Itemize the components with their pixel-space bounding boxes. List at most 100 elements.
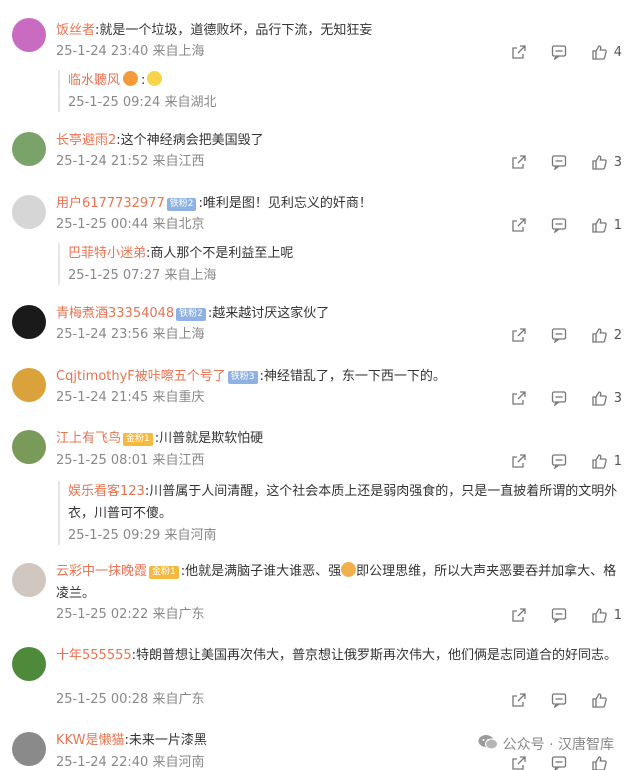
comment-text: :唯利是图！见利忘义的奸商！ [198,196,372,211]
comment-timestamp: 25-1-24 23:56 来自上海 [56,327,205,342]
thumbs-up-icon[interactable] [590,754,608,770]
like-count: 3 [613,154,622,170]
comment-body: CqjtimothyF被咔嚓五个号了 铁粉3:神经错乱了，东一下西一下的。 [56,366,618,388]
watermark: 公众号 · 汉唐智库 [478,734,614,754]
thumbs-up-icon[interactable] [590,216,608,234]
username-link[interactable]: 十年555555 [56,648,132,663]
share-icon[interactable] [510,754,528,770]
share-icon[interactable] [510,216,528,234]
comment-timestamp: 25-1-25 08:01 来自江西 [56,453,205,468]
avatar[interactable] [12,195,46,229]
like-count: 1 [613,453,622,469]
comment-actions: 2 [488,326,622,344]
avatar[interactable] [12,368,46,402]
thumbs-up-icon[interactable] [590,389,608,407]
comment-text: :他就是满脑子谁大谁恶、强 [180,564,342,579]
share-icon[interactable] [510,606,528,624]
avatar[interactable] [12,732,46,766]
comment-actions: 1 [488,606,622,624]
fan-badge: 铁粉2 [176,308,206,321]
comment-timestamp: 25-1-24 22:40 来自河南 [56,755,205,770]
share-icon[interactable] [510,389,528,407]
share-icon[interactable] [510,691,528,709]
comment-text: :就是一个垃圾，道德败坏，品行下流，无知狂妄 [95,23,373,38]
avatar[interactable] [12,18,46,52]
reply-text: :川普属于人间清醒，这个社会本质上还是弱肉强食的，只是一直披着所谓的文明外衣，川… [68,484,618,521]
comment-actions: 1 [488,452,622,470]
like-count: 2 [613,327,622,343]
thumbs-up-icon[interactable] [590,606,608,624]
like-count: 1 [613,217,622,233]
like-count: 4 [613,44,622,60]
avatar[interactable] [12,305,46,339]
username-link[interactable]: 饭丝者 [56,23,95,38]
comment-text: :未来一片漆黑 [124,733,207,748]
share-icon[interactable] [510,43,528,61]
comment-icon[interactable] [550,452,568,470]
share-icon[interactable] [510,452,528,470]
reply-username-link[interactable]: 临水聽风 [68,73,120,88]
comment-icon[interactable] [550,216,568,234]
thumbs-up-icon[interactable] [590,153,608,171]
comment-icon[interactable] [550,43,568,61]
watermark-text: 公众号 · 汉唐智库 [502,737,614,753]
comment-actions: 3 [488,389,622,407]
share-icon[interactable] [510,326,528,344]
avatar[interactable] [12,430,46,464]
comment-timestamp: 25-1-24 21:52 来自江西 [56,154,205,169]
comment-actions [488,754,622,770]
comment-body: 云彩中一抹晚霞 金粉1:他就是满脑子谁大谁恶、强 即公理思维，所以大声夹恶要吞并加拿… [56,561,618,605]
thumbs-up-icon[interactable] [590,691,608,709]
reply-text: :商人那个不是利益至上呢 [146,246,294,261]
comment-body: 江上有飞鸟 金粉1:川普就是欺软怕硬 [56,428,618,450]
reply-item: 娱乐看客123:川普属于人间清醒，这个社会本质上还是弱肉强食的，只是一直披着所谓… [58,481,618,545]
username-link[interactable]: 长亭避雨2 [56,133,116,148]
username-link[interactable]: 云彩中一抹晚霞 [56,564,147,579]
comment-timestamp: 25-1-25 00:28 来自广东 [56,692,205,707]
wechat-icon [478,734,503,754]
comment-text: :特朗普想让美国再次伟大，普京想让俄罗斯再次伟大，他们俩是志同道合的好同志。 [131,648,618,663]
avatar[interactable] [12,647,46,681]
thumbs-up-icon[interactable] [590,452,608,470]
fist-emoji-icon [341,562,357,577]
comment-icon[interactable] [550,606,568,624]
comment-actions: 1 [488,216,622,234]
username-link[interactable]: CqjtimothyF被咔嚓五个号了 [56,369,226,384]
comment-icon[interactable] [550,326,568,344]
comment-icon[interactable] [550,153,568,171]
reply-username-link[interactable]: 巴菲特小迷弟 [68,246,146,261]
comment-timestamp: 25-1-25 00:44 来自北京 [56,217,205,232]
avatar[interactable] [12,132,46,166]
reply-text: : [141,73,146,88]
comment-body: 长亭避雨2:这个神经病会把美国毁了 [56,130,618,152]
comment-timestamp: 25-1-24 21:45 来自重庆 [56,390,205,405]
reply-body: 娱乐看客123:川普属于人间清醒，这个社会本质上还是弱肉强食的，只是一直披着所谓… [68,481,618,525]
comment-icon[interactable] [550,754,568,770]
username-link[interactable]: 江上有飞鸟 [56,431,121,446]
comment-actions: 4 [488,43,622,61]
comment-body: 青梅煮酒33354048 铁粉2:越来越讨厌这家伙了 [56,303,618,325]
share-icon[interactable] [510,153,528,171]
reply-body: 临水聽风: [68,70,618,92]
comment-timestamp: 25-1-25 02:22 来自广东 [56,607,205,622]
comment-actions: 3 [488,153,622,171]
reply-item: 巴菲特小迷弟:商人那个不是利益至上呢 25-1-25 07:27 来自上海 [58,243,618,285]
username-link[interactable]: 青梅煮酒33354048 [56,306,174,321]
fan-badge: 金粉1 [123,433,153,446]
flower-emoji-icon [123,71,139,86]
reply-timestamp: 25-1-25 09:24 来自湖北 [68,95,217,110]
thumbs-up-icon[interactable] [590,326,608,344]
username-link[interactable]: KKW是懒猫 [56,733,124,748]
fan-badge: 金粉1 [149,566,179,579]
reply-username-link[interactable]: 娱乐看客123 [68,484,145,499]
username-link[interactable]: 用户6177732977 [56,196,165,211]
comment-icon[interactable] [550,389,568,407]
reply-item: 临水聽风: 25-1-25 09:24 来自湖北 [58,70,618,112]
comment-text: :川普就是欺软怕硬 [154,431,264,446]
comment-body: 饭丝者:就是一个垃圾，道德败坏，品行下流，无知狂妄 [56,20,618,42]
thumbs-up-icon[interactable] [590,43,608,61]
avatar[interactable] [12,563,46,597]
comment-icon[interactable] [550,691,568,709]
comment-actions [488,691,622,709]
comment-text: :越来越讨厌这家伙了 [207,306,330,321]
